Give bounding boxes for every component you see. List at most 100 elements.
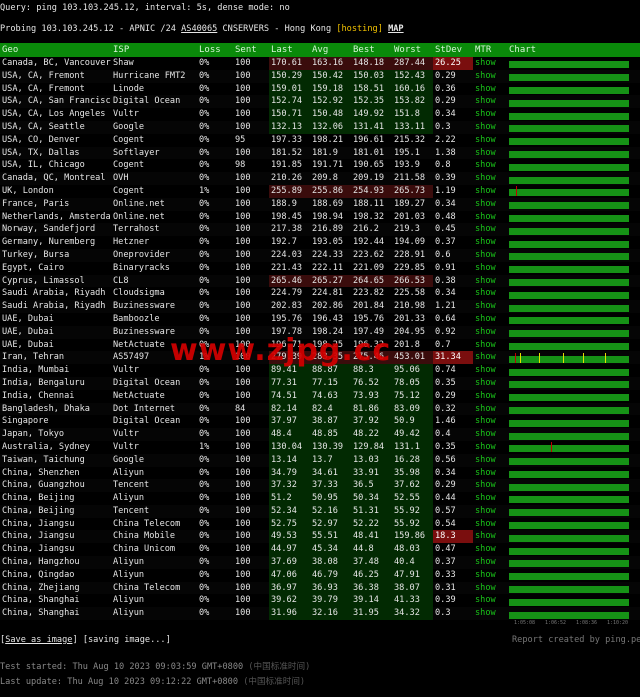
cell-last: 13.14	[269, 453, 310, 467]
mtr-show-link[interactable]: show	[473, 134, 507, 147]
table-row: China, Guangzhou Tencent 0% 100 37.32 37.33 36…	[0, 479, 640, 493]
mtr-show-link[interactable]: show	[473, 390, 507, 403]
cell-chart	[507, 185, 640, 198]
mtr-show-link[interactable]: show	[473, 159, 507, 172]
cell-chart	[507, 108, 640, 121]
mtr-show-link[interactable]: show	[473, 467, 507, 480]
table-row: USA, TX, Dallas Softlayer 0% 100 181.52 181.9…	[0, 146, 640, 160]
mtr-show-link[interactable]: show	[473, 262, 507, 275]
cell-isp: Vultr	[113, 441, 139, 452]
mtr-show-link[interactable]: show	[473, 377, 507, 390]
mtr-show-link[interactable]: show	[473, 351, 507, 364]
cell-last: 150.71	[269, 108, 310, 121]
mtr-show-link[interactable]: show	[473, 569, 507, 582]
cell-sent: 100	[235, 557, 251, 568]
mtr-show-link[interactable]: show	[473, 108, 507, 121]
save-as-image-link[interactable]: Save as image	[5, 635, 72, 645]
cell-chart	[507, 83, 640, 96]
mtr-show-link[interactable]: show	[473, 287, 507, 300]
cell-best: 223.62	[353, 249, 385, 260]
mtr-show-link[interactable]: show	[473, 530, 507, 543]
mtr-show-link[interactable]: show	[473, 249, 507, 262]
mtr-show-link[interactable]: show	[473, 185, 507, 198]
mtr-show-link[interactable]: show	[473, 223, 507, 236]
map-link[interactable]: MAP	[388, 24, 404, 34]
latency-spike	[516, 186, 518, 197]
cell-stdev: 0.29	[435, 390, 456, 401]
cell-avg: 34.61	[310, 466, 351, 480]
mtr-show-link[interactable]: show	[473, 428, 507, 441]
cell-loss: 0%	[199, 467, 210, 478]
cell-loss: 0%	[199, 275, 210, 286]
cell-last: 265.46	[269, 274, 310, 288]
table-row: USA, CA, San Francisco Digital Ocean 0% 100…	[0, 95, 640, 109]
cell-geo: USA, CA, San Francisco	[2, 96, 111, 107]
latency-bar	[509, 278, 629, 286]
cell-avg: 209.8	[312, 173, 338, 184]
mtr-show-link[interactable]: show	[473, 505, 507, 518]
mtr-show-link[interactable]: show	[473, 275, 507, 288]
mtr-show-link[interactable]: show	[473, 339, 507, 352]
cell-worst: 159.86	[392, 530, 433, 544]
cell-worst: 287.44	[392, 57, 433, 70]
mtr-show-link[interactable]: show	[473, 492, 507, 505]
cell-isp: Tencent	[113, 480, 150, 491]
cell-chart	[507, 236, 640, 249]
mtr-show-link[interactable]: show	[473, 313, 507, 326]
cell-isp: Oneprovider	[113, 249, 170, 260]
mtr-show-link[interactable]: show	[473, 364, 507, 377]
cell-loss: 0%	[199, 480, 210, 491]
mtr-show-link[interactable]: show	[473, 594, 507, 607]
cell-sent: 100	[235, 480, 251, 491]
mtr-show-link[interactable]: show	[473, 326, 507, 339]
latency-bar	[509, 176, 629, 184]
mtr-show-link[interactable]: show	[473, 441, 507, 454]
probe-line: Probing 103.103.245.12 - APNIC /24 AS400…	[0, 23, 404, 35]
cell-isp: Softlayer	[113, 147, 160, 158]
mtr-show-link[interactable]: show	[473, 198, 507, 211]
mtr-show-link[interactable]: show	[473, 479, 507, 492]
mtr-show-link[interactable]: show	[473, 607, 507, 620]
latency-bar	[509, 214, 629, 222]
mtr-show-link[interactable]: show	[473, 236, 507, 249]
asn-link[interactable]: AS40065	[181, 24, 217, 34]
cell-isp: Buzinessware	[113, 301, 176, 312]
mtr-show-link[interactable]: show	[473, 454, 507, 467]
mtr-show-link[interactable]: show	[473, 403, 507, 416]
cell-isp: Aliyun	[113, 595, 145, 606]
cell-sent: 100	[235, 275, 251, 286]
mtr-show-link[interactable]: show	[473, 172, 507, 185]
mtr-show-link[interactable]: show	[473, 300, 507, 313]
cell-best: 73.93	[351, 389, 392, 403]
mtr-show-link[interactable]: show	[473, 556, 507, 569]
cell-isp: Cogent	[113, 134, 145, 145]
cell-sent: 100	[235, 237, 251, 248]
mtr-show-link[interactable]: show	[473, 147, 507, 160]
cell-sent: 100	[235, 505, 251, 516]
table-row: Australia, Sydney Vultr 1% 100 130.04 130.39 1…	[0, 440, 640, 454]
mtr-show-link[interactable]: show	[473, 121, 507, 134]
latency-bar	[509, 586, 629, 594]
mtr-show-link[interactable]: show	[473, 57, 507, 70]
cell-sent: 100	[235, 70, 251, 81]
cell-best: 48.41	[351, 530, 392, 544]
cell-worst: 50.9	[392, 415, 433, 429]
cell-sent: 100	[235, 58, 251, 68]
cell-chart	[507, 57, 640, 70]
mtr-show-link[interactable]: show	[473, 70, 507, 83]
cell-stdev: 2.22	[435, 134, 456, 145]
cell-stdev: 0.91	[435, 262, 456, 273]
mtr-show-link[interactable]: show	[473, 582, 507, 595]
column-header-isp: ISP	[113, 45, 130, 55]
mtr-show-link[interactable]: show	[473, 518, 507, 531]
mtr-show-link[interactable]: show	[473, 95, 507, 108]
mtr-show-link[interactable]: show	[473, 415, 507, 428]
mtr-show-link[interactable]: show	[473, 211, 507, 224]
table-row: Netherlands, Amsterdam Online.net 0% 100 198…	[0, 210, 640, 224]
column-header-chart: Chart	[509, 45, 537, 55]
mtr-show-link[interactable]: show	[473, 83, 507, 96]
table-row: Japan, Tokyo Vultr 0% 100 48.4 48.85 48.22 49.4…	[0, 428, 640, 441]
mtr-show-link[interactable]: show	[473, 543, 507, 556]
cell-geo: Netherlands, Amsterdam	[2, 211, 111, 222]
cell-chart	[507, 582, 640, 595]
